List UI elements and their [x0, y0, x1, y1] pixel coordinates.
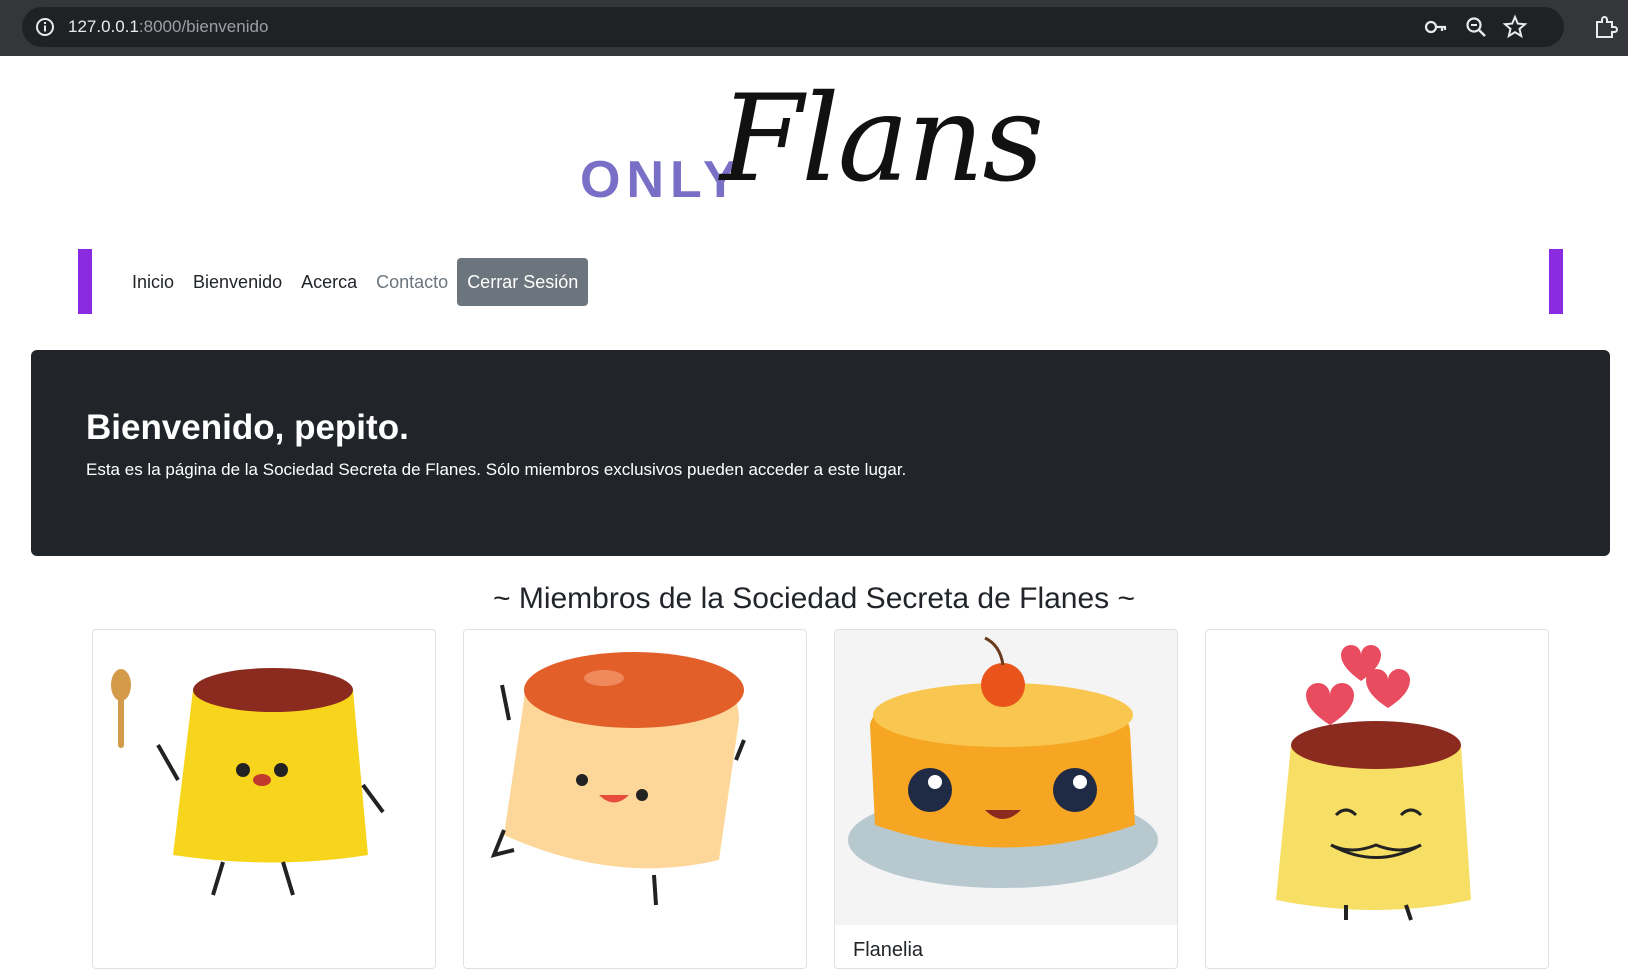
- member-card[interactable]: [1205, 629, 1549, 969]
- nav-link-contacto[interactable]: Contacto: [376, 258, 448, 306]
- browser-toolbar: 127.0.0.1:8000/bienvenido: [0, 0, 1628, 56]
- site-logo[interactable]: ONLY Flans: [560, 70, 1080, 220]
- members-heading: ~ Miembros de la Sociedad Secreta de Fla…: [492, 582, 1136, 615]
- zoom-icon[interactable]: [1462, 13, 1490, 41]
- member-card[interactable]: [92, 629, 436, 969]
- star-icon[interactable]: [1501, 13, 1529, 41]
- logout-button[interactable]: Cerrar Sesión: [457, 258, 589, 306]
- logo-flans-text: Flans: [720, 70, 1044, 209]
- flan-dancing-image: [464, 630, 806, 925]
- member-card-title: Flanelia: [853, 939, 924, 961]
- nav-accent-left: [78, 249, 92, 314]
- welcome-title: Bienvenido, pepito.: [86, 408, 409, 447]
- address-bar[interactable]: 127.0.0.1:8000/bienvenido: [22, 7, 1564, 47]
- flan-hearts-image: [1206, 630, 1548, 925]
- nav-accent-right: [1549, 249, 1563, 314]
- url-text[interactable]: 127.0.0.1:8000/bienvenido: [68, 16, 268, 38]
- member-card[interactable]: Flanelia: [834, 629, 1178, 969]
- welcome-banner: Bienvenido, pepito. Esta es la página de…: [31, 350, 1610, 556]
- nav-link-acerca[interactable]: Acerca: [301, 258, 357, 306]
- nav-link-bienvenido[interactable]: Bienvenido: [193, 258, 282, 306]
- member-card[interactable]: [463, 629, 807, 969]
- nav-link-inicio[interactable]: Inicio: [132, 258, 174, 306]
- welcome-text: Esta es la página de la Sociedad Secreta…: [86, 460, 907, 479]
- flan-with-spoon-image: [93, 630, 435, 925]
- main-nav: Inicio Bienvenido Acerca Contacto Cerrar…: [132, 258, 589, 306]
- extensions-icon[interactable]: [1591, 13, 1619, 41]
- flan-cherry-cake-image: [835, 630, 1177, 925]
- info-icon[interactable]: [34, 16, 56, 38]
- key-icon[interactable]: [1422, 13, 1450, 41]
